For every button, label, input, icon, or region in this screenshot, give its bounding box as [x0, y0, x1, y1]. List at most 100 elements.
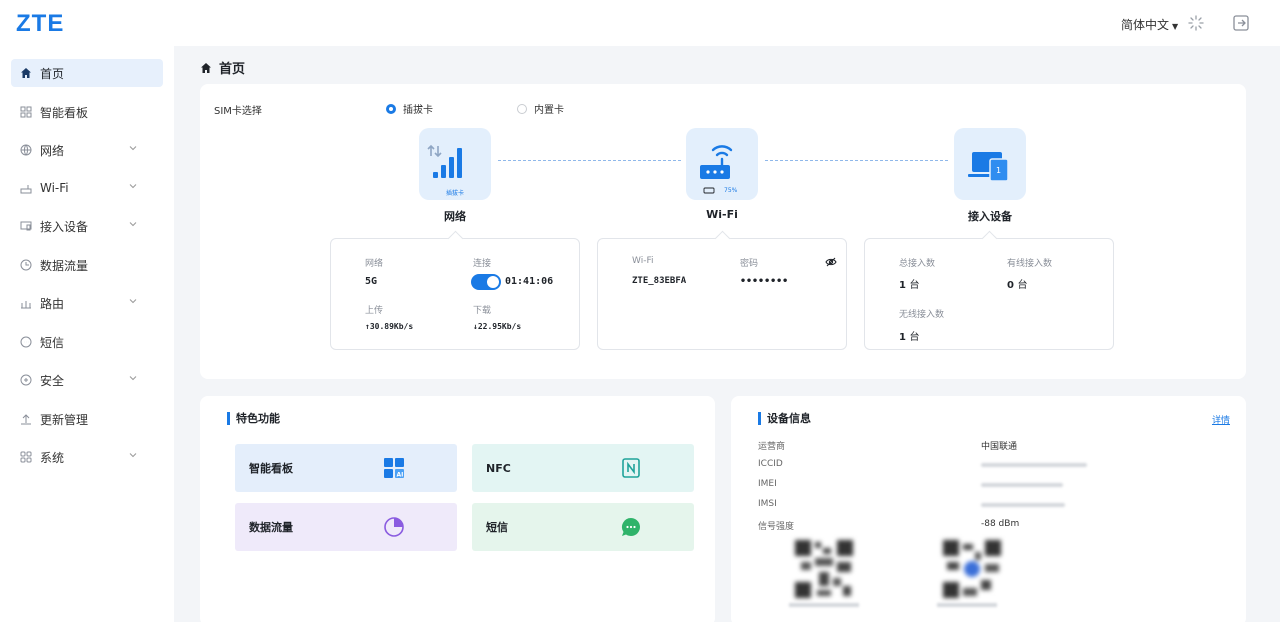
- sidebar-item-update[interactable]: 更新管理: [11, 405, 163, 433]
- clock-icon: [20, 259, 32, 271]
- sim-select-label: SIM卡选择: [214, 106, 262, 117]
- sidebar-item-security[interactable]: 安全: [11, 366, 163, 394]
- zte-logo[interactable]: ZTE: [16, 10, 64, 38]
- feature-nfc[interactable]: NFC: [472, 444, 694, 492]
- sim-option-label: 插拔卡: [403, 105, 433, 116]
- device-info-title: 设备信息: [758, 412, 811, 425]
- network-tile-sub: 插拔卡: [445, 190, 464, 197]
- grid-icon: [20, 451, 32, 463]
- dashboard-ai-icon: AI: [384, 458, 404, 479]
- sidebar-item-route[interactable]: 路由: [11, 289, 163, 317]
- devices-icon: [968, 152, 1009, 182]
- sidebar-item-home[interactable]: 首页: [11, 59, 163, 87]
- qr-caption-blurred: [937, 603, 997, 607]
- wired-devices-label: 有线接入数: [1007, 259, 1053, 269]
- device-info-card: 设备信息 详情 运营商 中国联通 ICCID IMEI IMSI 信号强度 -8…: [731, 396, 1246, 622]
- message-icon: [20, 336, 32, 348]
- chevron-down-icon: [129, 184, 137, 189]
- box-notch: [981, 230, 998, 247]
- ssid-label: Wi-Fi: [632, 256, 654, 266]
- wifi-tile[interactable]: 75%: [686, 128, 758, 200]
- sidebar-item-system[interactable]: 系统: [11, 443, 163, 471]
- imsi-label: IMSI: [758, 499, 777, 509]
- imsi-value-blurred: [981, 503, 1065, 507]
- route-icon: [20, 297, 32, 309]
- wireless-devices-label: 无线接入数: [899, 310, 945, 320]
- nfc-icon: [622, 458, 640, 478]
- upload-speed-value: 30.89Kb/s: [369, 322, 414, 331]
- home-icon: [20, 67, 32, 79]
- dashboard-icon: [20, 106, 32, 118]
- download-speed-value: 22.95Kb/s: [477, 322, 522, 331]
- ssid-value: ZTE_83EBFA: [632, 276, 687, 286]
- sidebar-item-dashboard[interactable]: 智能看板: [11, 98, 163, 126]
- globe-icon: [20, 144, 32, 156]
- eye-hidden-icon[interactable]: [825, 256, 837, 268]
- signal-strength-value: -88 dBm: [981, 519, 1020, 529]
- connection-toggle[interactable]: [471, 274, 501, 290]
- logout-icon[interactable]: [1232, 14, 1250, 32]
- wireless-devices-unit: 台: [909, 332, 920, 343]
- sidebar-item-label: 安全: [40, 373, 65, 388]
- details-link[interactable]: 详情: [1212, 413, 1230, 426]
- chevron-down-icon: [129, 376, 137, 381]
- page-title: 首页: [200, 58, 245, 77]
- devices-tile[interactable]: 1: [954, 128, 1026, 200]
- connector-line: [765, 160, 948, 161]
- box-notch: [447, 230, 464, 247]
- sim-option-removable[interactable]: 插拔卡: [386, 101, 433, 116]
- feature-label: NFC: [486, 461, 511, 475]
- sidebar-item-label: Wi-Fi: [40, 181, 69, 195]
- total-devices-count: 1: [899, 280, 906, 291]
- sidebar-item-data-usage[interactable]: 数据流量: [11, 251, 163, 279]
- connect-time-value: 01:41:06: [505, 276, 554, 287]
- sidebar-item-label: 首页: [40, 66, 65, 81]
- sim-option-label: 内置卡: [534, 105, 564, 116]
- sidebar: 首页 智能看板 网络 Wi-Fi 接入设备 数据流量 路由 短信 安全 更新管理: [0, 46, 174, 622]
- qr-caption-blurred: [789, 603, 859, 607]
- top-header: ZTE 简体中文 ▼: [0, 0, 1280, 46]
- iccid-value-blurred: [981, 463, 1087, 467]
- shield-icon: [20, 374, 32, 386]
- radio-selected-icon: [386, 103, 396, 114]
- carrier-label: 运营商: [758, 442, 786, 452]
- imei-value-blurred: [981, 483, 1063, 487]
- download-speed: ↓22.95Kb/s: [473, 322, 521, 331]
- language-selector[interactable]: 简体中文 ▼: [1121, 16, 1178, 33]
- loading-spinner-icon[interactable]: [1187, 14, 1205, 32]
- language-label: 简体中文: [1121, 18, 1170, 32]
- sidebar-item-label: 更新管理: [40, 412, 89, 427]
- sidebar-item-devices[interactable]: 接入设备: [11, 212, 163, 240]
- router-wifi-icon: [700, 145, 733, 194]
- sidebar-item-label: 数据流量: [40, 258, 89, 273]
- svg-text:AI: AI: [397, 472, 404, 479]
- sidebar-item-sms[interactable]: 短信: [11, 328, 163, 356]
- upload-speed: ↑30.89Kb/s: [365, 322, 413, 331]
- sidebar-item-label: 接入设备: [40, 219, 89, 234]
- pie-chart-icon: [384, 517, 404, 537]
- total-devices-label: 总接入数: [899, 259, 936, 269]
- wireless-devices-value: 1 台: [899, 328, 919, 343]
- feature-dashboard[interactable]: 智能看板 AI: [235, 444, 457, 492]
- radio-unselected-icon: [517, 103, 527, 114]
- chat-bubble-icon: [621, 518, 640, 536]
- sidebar-item-label: 路由: [40, 296, 65, 311]
- qr-code-image: [941, 538, 1003, 600]
- feature-sms[interactable]: 短信: [472, 503, 694, 551]
- devices-icon: [20, 220, 32, 232]
- wireless-devices-count: 1: [899, 332, 906, 343]
- network-type-value: 5G: [365, 276, 378, 287]
- download-label: 下载: [473, 306, 492, 316]
- connector-line: [498, 160, 681, 161]
- chevron-down-icon: [129, 299, 137, 304]
- iccid-label: ICCID: [758, 459, 783, 469]
- sim-option-embedded[interactable]: 内置卡: [517, 101, 564, 116]
- feature-data-usage[interactable]: 数据流量: [235, 503, 457, 551]
- network-info-box: 网络 5G 连接 01:41:06 上传 ↑30.89Kb/s 下载 ↓22.9…: [330, 230, 580, 350]
- feature-label: 数据流量: [249, 521, 293, 534]
- sidebar-item-network[interactable]: 网络: [11, 136, 163, 164]
- sidebar-item-wifi[interactable]: Wi-Fi: [11, 174, 163, 202]
- wired-devices-unit: 台: [1017, 280, 1028, 291]
- network-tile[interactable]: 插拔卡: [419, 128, 491, 200]
- features-card: 特色功能 智能看板 AI NFC 数据流量 短信: [200, 396, 715, 622]
